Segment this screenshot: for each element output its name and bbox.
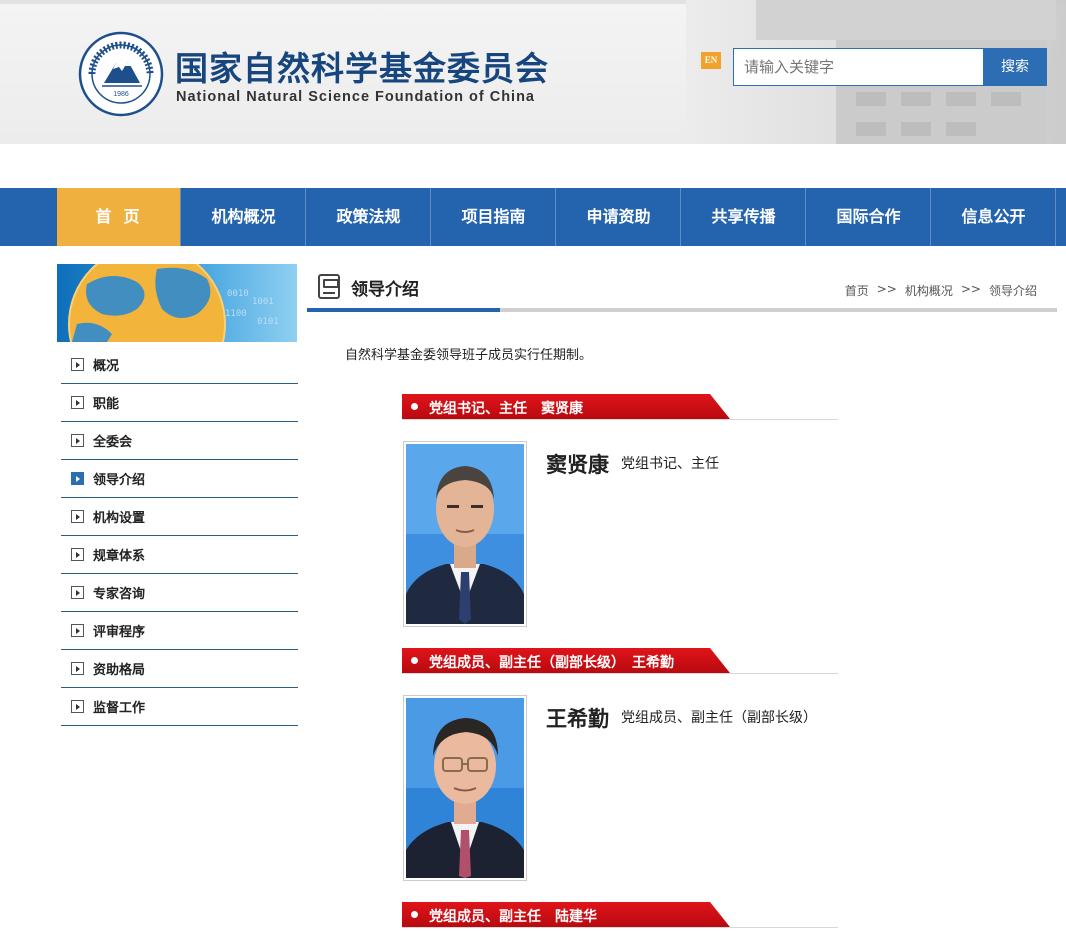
nav-policy[interactable]: 政策法规 bbox=[307, 188, 431, 246]
breadcrumb-home[interactable]: 首页 bbox=[845, 282, 869, 299]
sidebar-item-leadership[interactable]: 领导介绍 bbox=[61, 460, 298, 498]
intro-text: 自然科学基金委领导班子成员实行任期制。 bbox=[345, 348, 593, 363]
leader-title: 党组成员、副主任（副部长级） bbox=[621, 710, 817, 726]
sidebar-item-label: 规章体系 bbox=[93, 549, 146, 564]
arrow-right-icon bbox=[71, 700, 84, 713]
sidebar-item-label: 评审程序 bbox=[93, 625, 146, 640]
svg-text:0101: 0101 bbox=[257, 317, 279, 327]
breadcrumb-separator: >> bbox=[960, 282, 981, 296]
sidebar-item-label: 监督工作 bbox=[93, 701, 146, 716]
sidebar-menu: 概况 职能 全委会 领导介绍 机构设置 规章体系 专家咨询 评审程序 资助格局 … bbox=[61, 346, 298, 726]
leader-photo[interactable] bbox=[403, 695, 527, 881]
sidebar-item-label: 职能 bbox=[93, 397, 120, 412]
seal-year: 1986 bbox=[113, 91, 129, 98]
leader-photo[interactable] bbox=[403, 441, 527, 627]
site-title-en[interactable]: National Natural Science Foundation of C… bbox=[176, 89, 535, 105]
svg-text:0010: 0010 bbox=[227, 289, 249, 299]
arrow-right-icon bbox=[71, 548, 84, 561]
sidebar-item-regulations[interactable]: 规章体系 bbox=[61, 536, 298, 574]
section-header: 领导介绍 首页 >> 机构概况 >> 领导介绍 bbox=[307, 266, 1057, 312]
nsfc-seal-logo[interactable]: 1986 bbox=[78, 31, 164, 117]
nav-disclosure[interactable]: 信息公开 bbox=[932, 188, 1056, 246]
leader-role-bar: 党组成员、副主任 陆建华 bbox=[402, 902, 838, 928]
nav-apply[interactable]: 申请资助 bbox=[557, 188, 681, 246]
breadcrumb: 首页 >> 机构概况 >> 领导介绍 bbox=[845, 282, 1037, 299]
arrow-right-icon bbox=[71, 662, 84, 675]
svg-text:1100: 1100 bbox=[225, 309, 247, 319]
site-title-cn[interactable]: 国家自然科学基金委员会 bbox=[175, 42, 549, 90]
sidebar-item-supervision[interactable]: 监督工作 bbox=[61, 688, 298, 726]
arrow-right-icon bbox=[71, 586, 84, 599]
leader-bar-title: 党组成员、副主任（副部长级） 王希勤 bbox=[429, 655, 674, 671]
sidebar-item-label: 机构设置 bbox=[93, 511, 146, 526]
main-nav: 首页 机构概况 政策法规 项目指南 申请资助 共享传播 国际合作 信息公开 bbox=[0, 188, 1066, 246]
search-button[interactable]: 搜索 bbox=[983, 48, 1047, 86]
sidebar-item-plenary[interactable]: 全委会 bbox=[61, 422, 298, 460]
leader-name: 王希勤 bbox=[546, 707, 609, 731]
leader-name: 窦贤康 bbox=[546, 453, 609, 477]
sidebar-item-label: 概况 bbox=[93, 359, 120, 374]
arrow-right-icon bbox=[71, 510, 84, 523]
search-input[interactable] bbox=[733, 48, 984, 86]
leader-bar-title: 党组成员、副主任 陆建华 bbox=[429, 909, 597, 925]
nav-share[interactable]: 共享传播 bbox=[682, 188, 806, 246]
sidebar-item-structure[interactable]: 机构设置 bbox=[61, 498, 298, 536]
page-title: 领导介绍 bbox=[351, 280, 419, 300]
sidebar-item-expert-consult[interactable]: 专家咨询 bbox=[61, 574, 298, 612]
leader-title: 党组书记、主任 bbox=[621, 456, 719, 472]
leader-role-bar: 党组书记、主任 窦贤康 bbox=[402, 394, 838, 420]
nav-guide[interactable]: 项目指南 bbox=[432, 188, 556, 246]
arrow-right-icon bbox=[71, 624, 84, 637]
nav-home[interactable]: 首页 bbox=[57, 188, 181, 246]
leader-role-bar: 党组成员、副主任（副部长级） 王希勤 bbox=[402, 648, 838, 674]
breadcrumb-separator: >> bbox=[876, 282, 897, 296]
breadcrumb-current[interactable]: 领导介绍 bbox=[989, 282, 1037, 299]
sidebar-globe-banner: 0010 1001 1100 0101 bbox=[57, 264, 297, 342]
english-switch-button[interactable]: EN bbox=[701, 52, 721, 69]
nav-about[interactable]: 机构概况 bbox=[182, 188, 306, 246]
sidebar-item-functions[interactable]: 职能 bbox=[61, 384, 298, 422]
arrow-right-icon bbox=[71, 396, 84, 409]
sidebar-item-review-process[interactable]: 评审程序 bbox=[61, 612, 298, 650]
svg-text:1001: 1001 bbox=[252, 297, 274, 307]
sidebar-item-label: 专家咨询 bbox=[93, 587, 146, 602]
sidebar-item-overview[interactable]: 概况 bbox=[61, 346, 298, 384]
arrow-right-icon bbox=[71, 472, 84, 485]
document-icon bbox=[318, 274, 340, 299]
bullet-icon bbox=[411, 911, 418, 918]
sidebar-item-label: 资助格局 bbox=[93, 663, 146, 678]
leader-bar-title: 党组书记、主任 窦贤康 bbox=[429, 401, 583, 417]
nav-international[interactable]: 国际合作 bbox=[807, 188, 931, 246]
bullet-icon bbox=[411, 403, 418, 410]
site-header: 1986 国家自然科学基金委员会 National Natural Scienc… bbox=[0, 0, 1066, 144]
bullet-icon bbox=[411, 657, 418, 664]
breadcrumb-about[interactable]: 机构概况 bbox=[905, 282, 953, 299]
sidebar-item-funding-pattern[interactable]: 资助格局 bbox=[61, 650, 298, 688]
sidebar-item-label: 全委会 bbox=[93, 435, 133, 450]
arrow-right-icon bbox=[71, 434, 84, 447]
sidebar-item-label: 领导介绍 bbox=[93, 473, 146, 488]
section-underline-accent bbox=[307, 308, 500, 312]
arrow-right-icon bbox=[71, 358, 84, 371]
